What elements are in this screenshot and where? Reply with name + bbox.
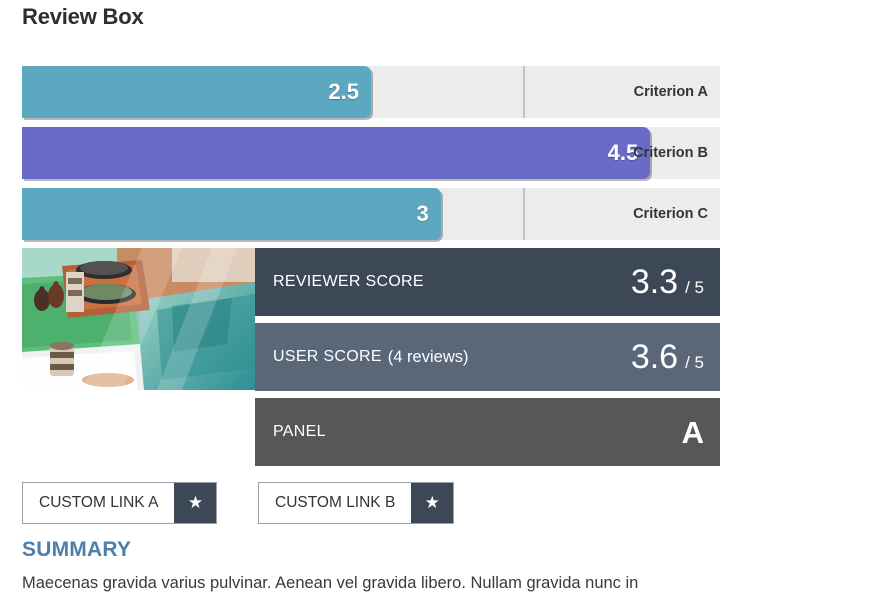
band-sublabel: (4 reviews) <box>387 347 469 366</box>
thumbnail-photo-icon <box>22 248 255 390</box>
user-score-band: USER SCORE (4 reviews) 3.6 / 5 <box>255 323 720 391</box>
star-icon: ★ <box>411 483 454 523</box>
band-label: USER SCORE <box>273 348 382 365</box>
criterion-score: 3 <box>416 201 429 226</box>
band-number: 3.6 <box>630 338 679 376</box>
criterion-divider <box>523 66 525 118</box>
custom-link-a[interactable]: CUSTOM LINK A ★ <box>22 482 218 524</box>
summary-body: Maecenas gravida varius pulvinar. Aenean… <box>22 574 639 592</box>
criteria-list: 2.5 Criterion A 4.5 Criterion B 3 Criter… <box>22 66 720 249</box>
criterion-bar-fill: 3 <box>22 188 441 240</box>
criterion-row: 4.5 Criterion B <box>22 127 720 179</box>
criterion-bar-fill: 4.5 <box>22 127 651 179</box>
review-box-widget: Review Box 2.5 Criterion A 4.5 Criterion… <box>0 0 880 600</box>
custom-link-b-label: CUSTOM LINK B <box>275 494 396 511</box>
criterion-score: 2.5 <box>328 79 359 104</box>
band-denominator: / 5 <box>685 353 704 372</box>
panel-grade-band: PANEL A <box>255 398 720 466</box>
band-value: 3.6 / 5 <box>631 340 704 374</box>
band-value: 3.3 / 5 <box>631 265 704 299</box>
band-label: PANEL <box>273 423 326 440</box>
reviewer-score-band: REVIEWER SCORE 3.3 / 5 <box>255 248 720 316</box>
band-number: 3.3 <box>630 263 679 301</box>
criterion-label: Criterion B <box>633 145 708 161</box>
criterion-row: 2.5 Criterion A <box>22 66 720 118</box>
band-denominator: / 5 <box>685 278 704 297</box>
criterion-label: Criterion A <box>633 84 708 100</box>
review-thumbnail <box>22 248 255 390</box>
band-grade: A <box>681 414 704 450</box>
criterion-bar-fill: 2.5 <box>22 66 371 118</box>
custom-link-a-label: CUSTOM LINK A <box>39 494 159 511</box>
criterion-label: Criterion C <box>633 206 708 222</box>
score-bands: REVIEWER SCORE 3.3 / 5 USER SCORE (4 rev… <box>255 248 720 473</box>
custom-link-b[interactable]: CUSTOM LINK B ★ <box>258 482 455 524</box>
score-panel: REVIEWER SCORE 3.3 / 5 USER SCORE (4 rev… <box>22 248 720 470</box>
band-value: A <box>682 417 704 448</box>
star-icon: ★ <box>174 483 217 523</box>
page-title: Review Box <box>22 4 144 29</box>
criterion-row: 3 Criterion C <box>22 188 720 240</box>
summary-heading: SUMMARY <box>22 538 132 561</box>
criterion-divider <box>523 188 525 240</box>
band-label: REVIEWER SCORE <box>273 273 424 290</box>
